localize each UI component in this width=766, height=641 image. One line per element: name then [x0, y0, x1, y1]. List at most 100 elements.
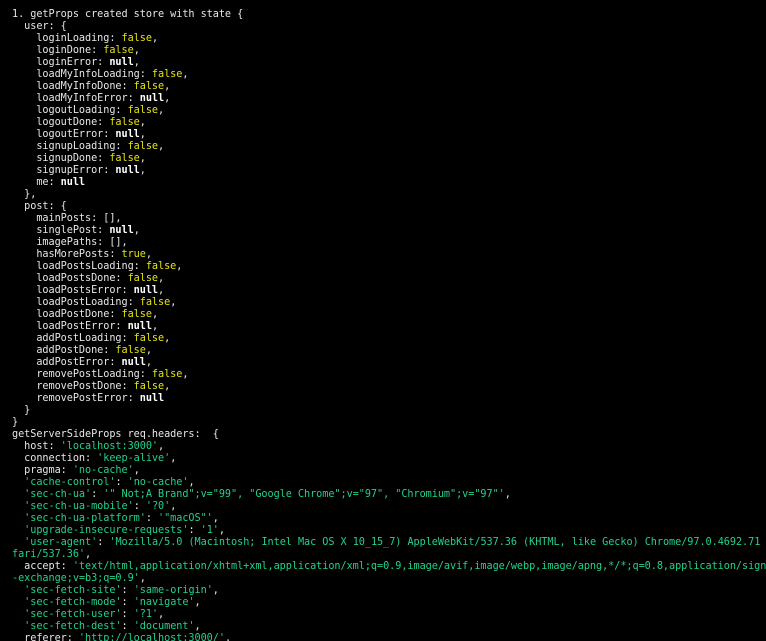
terminal-text: , [145, 357, 152, 368]
terminal-text: null [115, 165, 140, 176]
terminal-line: loadMyInfoError: null, [12, 93, 766, 105]
terminal-output[interactable]: 1. getProps created store with state { u… [0, 0, 766, 641]
terminal-line: addPostDone: false, [12, 345, 766, 357]
terminal-line: removePostLoading: false, [12, 369, 766, 381]
terminal-text: null [109, 225, 134, 236]
terminal-text: false [133, 81, 165, 92]
terminal-text: '?0' [145, 501, 171, 512]
terminal-text: 'sec-ch-ua-platform' [24, 513, 146, 524]
terminal-text: loginDone: [12, 45, 104, 56]
terminal-text: 'no-cache' [127, 477, 189, 488]
terminal-line: logoutLoading: false, [12, 105, 766, 117]
terminal-text: , [158, 141, 165, 152]
terminal-text: 'sec-fetch-site' [24, 585, 122, 596]
terminal-text: loadPostLoading: [12, 297, 140, 308]
terminal-text: true [121, 249, 146, 260]
terminal-line: mainPosts: [], [12, 213, 766, 225]
terminal-text: 'user-agent' [24, 537, 98, 548]
terminal-text: loadPostError: [12, 321, 128, 332]
terminal-text: loadPostDone: [12, 309, 122, 320]
terminal-line: post: { [12, 201, 766, 213]
terminal-text: false [121, 309, 152, 320]
terminal-line: addPostError: null, [12, 357, 766, 369]
terminal-text: false [145, 261, 177, 272]
terminal-line: accept: 'text/html,application/xhtml+xml… [12, 561, 766, 573]
terminal-text: fari/537.36' [12, 549, 86, 560]
terminal-line: pragma: 'no-cache', [12, 465, 766, 477]
terminal-text: : [121, 585, 134, 596]
terminal-line: 'sec-ch-ua-platform': '"macOS"', [12, 513, 766, 525]
terminal-text: , [158, 609, 165, 620]
terminal-line: 'sec-fetch-mode': 'navigate', [12, 597, 766, 609]
terminal-line: addPostLoading: false, [12, 333, 766, 345]
terminal-text: 'sec-ch-ua-mobile' [24, 501, 134, 512]
terminal-text: '" Not;A Brand";v="99", "Google Chrome";… [103, 489, 505, 500]
terminal-text: , [85, 549, 92, 560]
terminal-text: null [133, 285, 159, 296]
terminal-line: loginDone: false, [12, 45, 766, 57]
terminal-text: signupError: [12, 165, 116, 176]
terminal-text: addPostDone: [12, 345, 116, 356]
terminal-line: -exchange;v=b3;q=0.9', [12, 573, 766, 585]
terminal-line: 'upgrade-insecure-requests': '1', [12, 525, 766, 537]
terminal-line: referer: 'http://localhost:3000/', [12, 633, 766, 641]
terminal-text: , [158, 273, 165, 284]
terminal-text: loadMyInfoError: [12, 93, 140, 104]
terminal-line: 'cache-control': 'no-cache', [12, 477, 766, 489]
terminal-text: logoutError: [12, 129, 116, 140]
terminal-text: loadMyInfoDone: [12, 81, 134, 92]
terminal-line: logoutDone: false, [12, 117, 766, 129]
terminal-line: 'sec-ch-ua-mobile': '?0', [12, 501, 766, 513]
terminal-text: false [139, 297, 171, 308]
terminal-text: , [139, 129, 146, 140]
terminal-text: '?1' [133, 609, 159, 620]
terminal-text: loadPostsError: [12, 285, 134, 296]
terminal-text: removePostLoading: [12, 369, 152, 380]
terminal-line: 'sec-ch-ua': '" Not;A Brand";v="99", "Go… [12, 489, 766, 501]
terminal-line: singlePost: null, [12, 225, 766, 237]
terminal-line: loadPostLoading: false, [12, 297, 766, 309]
terminal-text: hasMorePosts: [12, 249, 122, 260]
terminal-text: , [182, 69, 189, 80]
terminal-text: , [151, 321, 159, 332]
terminal-text: signupLoading: [12, 141, 128, 152]
terminal-text: : [188, 525, 201, 536]
terminal-line: getServerSideProps req.headers: { [12, 429, 766, 441]
terminal-text: , [145, 345, 152, 356]
terminal-text: 'keep-alive' [97, 453, 171, 464]
terminal-text: addPostError: [12, 357, 122, 368]
terminal-text: false [103, 45, 134, 56]
terminal-text: false [151, 369, 183, 380]
terminal-text: , [504, 489, 511, 500]
terminal-text: loginLoading: [12, 33, 122, 44]
terminal-text: , [133, 45, 140, 56]
terminal-text: signupDone: [12, 153, 110, 164]
terminal-text: addPostLoading: [12, 333, 134, 344]
terminal-text: connection: [12, 453, 98, 464]
terminal-text: , [212, 513, 219, 524]
terminal-line: loginError: null, [12, 57, 766, 69]
terminal-text: null [115, 129, 140, 140]
terminal-text: loadPostsDone: [12, 273, 128, 284]
terminal-text: , [218, 525, 225, 536]
terminal-line: me: null [12, 177, 766, 189]
terminal-text: , [158, 285, 165, 296]
terminal-text: , [170, 297, 177, 308]
terminal-text: : [121, 621, 134, 632]
terminal-text: , [133, 465, 140, 476]
terminal-line: loadPostsError: null, [12, 285, 766, 297]
terminal-text: 'Mozilla/5.0 (Macintosh; Intel Mac OS X … [109, 537, 766, 548]
terminal-text: '"macOS"' [158, 513, 213, 524]
terminal-text: , [158, 105, 165, 116]
terminal-text: post: { [12, 201, 67, 212]
terminal-text: -exchange;v=b3;q=0.9' [12, 573, 140, 584]
terminal-text: host: [12, 441, 61, 452]
terminal-text: } [12, 405, 31, 416]
terminal-text: 'navigate' [133, 597, 195, 608]
terminal-text: mainPosts: [], [12, 213, 122, 224]
terminal-line: 'sec-fetch-site': 'same-origin', [12, 585, 766, 597]
